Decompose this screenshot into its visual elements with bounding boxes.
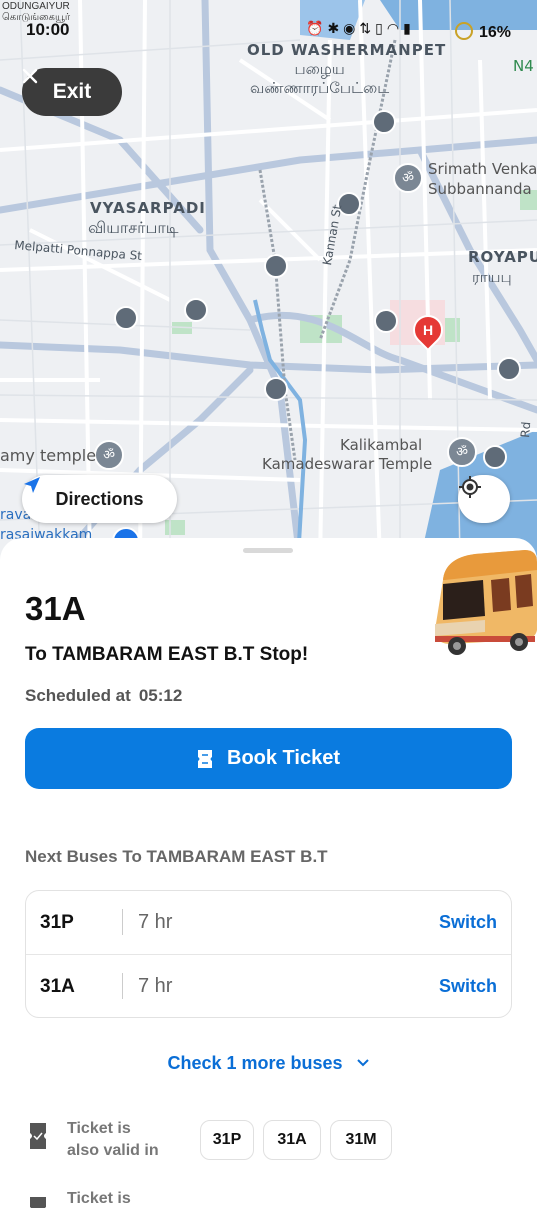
next-buses-card: 31P 7 hr Switch 31A 7 hr Switch <box>25 890 512 1018</box>
transit-stop-icon[interactable] <box>374 309 398 333</box>
directions-label: Directions <box>55 488 144 509</box>
close-icon <box>22 68 38 84</box>
map-label-subbannanda: Subbannanda <box>428 180 532 198</box>
scheduled-label: Scheduled at <box>25 686 131 705</box>
transit-stop-icon[interactable] <box>264 254 288 278</box>
ticket-valid-label: Ticket is also valid in <box>67 1120 159 1159</box>
bus-eta: 7 hr <box>138 975 173 997</box>
check-more-buses-link[interactable]: Check 1 more buses <box>0 1053 537 1074</box>
map-label-royapuram-ta: ராயபு <box>472 268 512 286</box>
temple-icon[interactable]: ॐ <box>447 437 477 467</box>
switch-button[interactable]: Switch <box>439 912 497 933</box>
temple-icon[interactable]: ॐ <box>94 440 124 470</box>
exit-label: Exit <box>52 80 92 103</box>
my-location-button[interactable] <box>458 475 510 523</box>
ticket-valid-row-partial: Ticket is <box>25 1188 512 1208</box>
row-divider <box>122 973 123 999</box>
wifi-icon: ◠ <box>386 20 404 36</box>
bus-number: 31A <box>40 975 75 997</box>
valid-route-chip[interactable]: 31A <box>263 1120 321 1160</box>
row-divider <box>122 909 123 935</box>
bluetooth-icon: ✱ <box>327 20 344 36</box>
directions-button[interactable]: Directions <box>22 475 177 523</box>
alarm-icon: ⏰ <box>306 20 328 36</box>
map-label-vyasarpadi: VYASARPADI <box>90 199 206 217</box>
transit-stop-icon[interactable] <box>264 377 288 401</box>
transit-stop-icon[interactable] <box>372 110 396 134</box>
volte-icon: ▯ <box>375 20 387 36</box>
battery-percent: 16% <box>478 24 511 41</box>
map-label-old-washermanpet-ta: பழைய வண்ணாரப்பேட்டை <box>250 60 390 97</box>
battery-icon <box>454 22 473 40</box>
status-time: 10:00 <box>26 20 70 39</box>
map-label-n4: N4 <box>513 57 534 75</box>
map-label-srimath: Srimath Venka <box>428 160 537 178</box>
ticket-valid-row: Ticket is also valid in 31P 31A 31M <box>25 1116 512 1176</box>
status-icons: ⏰✱◉⇅▯◠▮ <box>306 20 415 37</box>
ticket-icon <box>30 1123 46 1149</box>
bus-number: 31P <box>40 911 74 933</box>
transit-stop-icon[interactable] <box>184 298 208 322</box>
destination-text: To TAMBARAM EAST B.T Stop! <box>25 644 309 665</box>
navigation-arrow-icon <box>24 477 40 493</box>
route-number: 31A <box>25 590 86 627</box>
next-bus-row: 31P 7 hr Switch <box>26 891 511 954</box>
status-bar: ODUNGAIYUR கொடுங்கையூர் 10:00 ⏰✱◉⇅▯◠▮ 16… <box>0 0 537 44</box>
map-view[interactable]: ॐ ॐ ॐ H OLD WASHERMANPET பழைய வண்ணாரப்பே… <box>0 0 537 560</box>
ticket-icon <box>198 749 212 768</box>
transit-stop-icon[interactable] <box>483 445 507 469</box>
my-location-icon <box>459 476 481 498</box>
exit-button[interactable]: Exit <box>22 68 122 116</box>
ticket-valid-label-partial: Ticket is <box>67 1190 131 1207</box>
bus-illustration-icon <box>435 550 537 655</box>
map-label-temple: amy temple <box>0 446 97 465</box>
scheduled-row: Scheduled at 05:12 <box>25 686 182 706</box>
drag-handle[interactable] <box>243 548 293 553</box>
next-buses-title: Next Buses To TAMBARAM EAST B.T <box>25 847 328 866</box>
switch-button[interactable]: Switch <box>439 976 497 997</box>
book-ticket-button[interactable]: Book Ticket <box>25 728 512 789</box>
next-bus-row: 31A 7 hr Switch <box>26 955 511 1018</box>
valid-route-chip[interactable]: 31P <box>200 1120 254 1160</box>
map-label-kalikambal: Kalikambal <box>340 436 423 454</box>
map-label-rd: Rd <box>518 421 534 439</box>
ticket-icon <box>30 1197 46 1208</box>
bus-eta: 7 hr <box>138 911 173 933</box>
transit-stop-icon[interactable] <box>114 306 138 330</box>
temple-icon[interactable]: ॐ <box>393 163 423 193</box>
bottom-sheet: 31A To TAMBARAM EAST B.T Stop! Scheduled… <box>0 538 537 1208</box>
map-label-royapuram: ROYAPU <box>468 248 537 266</box>
transit-stop-icon[interactable] <box>497 357 521 381</box>
location-icon: ◉ <box>343 20 360 36</box>
status-battery: 16% <box>454 22 511 42</box>
book-ticket-label: Book Ticket <box>227 747 340 769</box>
map-label-vyasarpadi-ta: வியாசர்பாடி <box>88 218 179 237</box>
network-speed-icon: ⇅ <box>359 20 376 36</box>
scheduled-time: 05:12 <box>138 686 183 705</box>
map-label-kamadeswarar: Kamadeswarar Temple <box>262 455 433 473</box>
signal-icon: ▮ <box>403 20 415 36</box>
check-more-label: Check 1 more buses <box>167 1053 343 1073</box>
chevron-down-icon <box>356 1059 369 1067</box>
valid-route-chip[interactable]: 31M <box>330 1120 392 1160</box>
